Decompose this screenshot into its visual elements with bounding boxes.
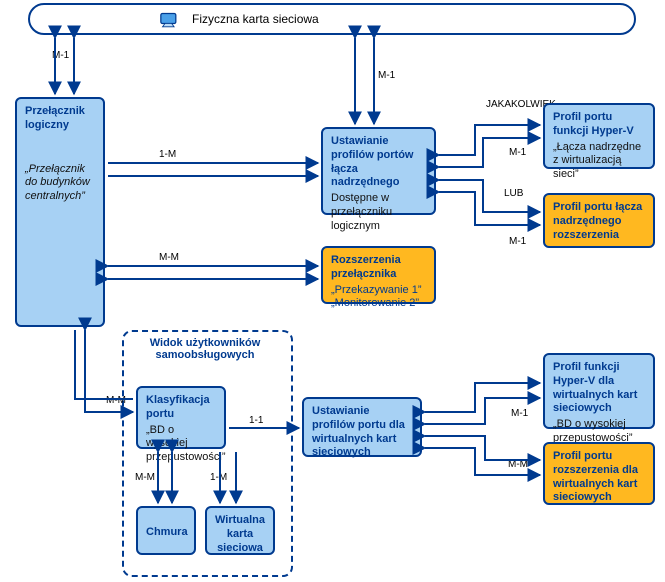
hyperv-vnic-profile-title: Profil funkcji Hyper-V dla wirtualnych k… — [553, 361, 645, 416]
uplink-settings-title: Ustawianie profilów portów łącza nadrzęd… — [331, 135, 426, 190]
diagram-canvas: Fizyczna karta sieciowa M-1 M-1 Przełącz… — [0, 0, 665, 582]
hyperv-uplink-profile-sub: „Łącza nadrzędne z wirtualizacją sieci” — [553, 141, 645, 182]
physical-nic-label: Fizyczna karta sieciowa — [192, 12, 319, 26]
logical-switch-title: Przełącznik logiczny — [25, 105, 95, 133]
port-classification-box: Klasyfikacja portu „BD o wysokiej przepu… — [136, 386, 226, 449]
logical-switch-box: Przełącznik logiczny „Przełącznik do bud… — [15, 97, 105, 327]
vnic-settings-box: Ustawianie profilów portu dla wirtualnyc… — [302, 397, 422, 457]
edge-label-m1-hyperv-uplink: M-1 — [509, 147, 526, 158]
ext-vnic-profile-box: Profil portu rozszerzenia dla wirtualnyc… — [543, 442, 655, 505]
uplink-settings-box: Ustawianie profilów portów łącza nadrzęd… — [321, 127, 436, 215]
switch-extensions-title: Rozszerzenia przełącznika — [331, 254, 426, 282]
uplink-settings-sub: Dostępne w przełączniku logicznym — [331, 192, 426, 233]
ext-uplink-profile-title: Profil portu łącza nadrzędnego rozszerze… — [553, 201, 645, 242]
vnic-settings-title: Ustawianie profilów portu dla wirtualnyc… — [312, 405, 412, 460]
edge-label-11-class-vset: 1-1 — [249, 415, 263, 426]
edge-label-1m-class-vnic: 1-M — [210, 472, 227, 483]
port-classification-sub: „BD o wysokiej przepustowości” — [146, 424, 216, 465]
edge-label-lub: LUB — [504, 188, 523, 199]
selfservice-group-label: Widok użytkowników samoobsługowych — [140, 337, 270, 361]
hyperv-uplink-profile-title: Profil portu funkcji Hyper-V — [553, 111, 645, 139]
edge-label-jakakolwiek: JAKAKOLWIEK — [486, 99, 541, 110]
cloud-title: Chmura — [146, 526, 186, 540]
vnic-title: Wirtualna karta sieciowa — [215, 514, 265, 555]
edge-label-mm-class-cloud: M-M — [135, 472, 155, 483]
edge-label-mm-vext: M-M — [508, 459, 528, 470]
nic-icon — [160, 11, 180, 27]
ext-uplink-profile-box: Profil portu łącza nadrzędnego rozszerze… — [543, 193, 655, 248]
edge-label-mm-ls-ext: M-M — [159, 252, 179, 263]
port-classification-title: Klasyfikacja portu — [146, 394, 216, 422]
edge-label-m1-b: M-1 — [378, 70, 395, 81]
edge-label-mm-ls-class: M-M — [106, 395, 126, 406]
switch-extensions-box: Rozszerzenia przełącznika „Przekazywanie… — [321, 246, 436, 304]
edge-label-m1-a: M-1 — [52, 50, 69, 61]
vnic-box: Wirtualna karta sieciowa — [205, 506, 275, 555]
physical-nic-box: Fizyczna karta sieciowa — [28, 3, 636, 35]
logical-switch-sub: „Przełącznik do budynków centralnych” — [25, 163, 95, 204]
edge-label-1m-ls-uplink: 1-M — [159, 149, 176, 160]
hyperv-vnic-profile-box: Profil funkcji Hyper-V dla wirtualnych k… — [543, 353, 655, 429]
edge-label-m1-ext-uplink: M-1 — [509, 236, 526, 247]
hyperv-uplink-profile-box: Profil portu funkcji Hyper-V „Łącza nadr… — [543, 103, 655, 169]
switch-extensions-sub: „Przekazywanie 1” „Monitorowanie 2” — [331, 284, 426, 312]
edge-label-m1-vhyperv: M-1 — [511, 408, 528, 419]
cloud-box: Chmura — [136, 506, 196, 555]
ext-vnic-profile-title: Profil portu rozszerzenia dla wirtualnyc… — [553, 450, 645, 505]
